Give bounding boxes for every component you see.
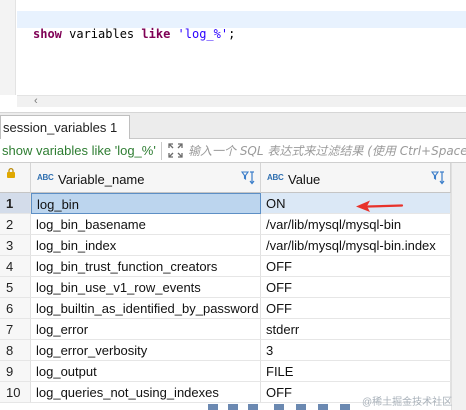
column-header-label: Value xyxy=(288,172,321,187)
column-header-label: Variable_name xyxy=(58,172,145,187)
value-cell[interactable]: /var/lib/mysql/mysql-bin xyxy=(261,214,451,235)
variable-name-cell[interactable]: log_bin xyxy=(31,193,261,214)
tab-session-variables[interactable]: session_variables 1 xyxy=(0,115,130,140)
table-row[interactable]: 6 log_builtin_as_identified_by_password … xyxy=(0,298,451,319)
row-number-header[interactable] xyxy=(0,163,31,193)
toolbar-button[interactable] xyxy=(274,404,284,410)
watermark: @稀土掘金技术社区 xyxy=(362,397,453,408)
table-row[interactable]: 8 log_error_verbosity 3 xyxy=(0,340,451,361)
string-type-icon: ABC xyxy=(37,173,54,182)
sql-editor[interactable]: show variables like 'log_%'; ‹ xyxy=(0,0,466,112)
row-number: 9 xyxy=(0,361,31,382)
variable-name-cell[interactable]: log_error_verbosity xyxy=(31,340,261,361)
variable-name-cell[interactable]: log_bin_trust_function_creators xyxy=(31,256,261,277)
grid-vertical-scrollbar[interactable] xyxy=(451,163,466,410)
line-gutter xyxy=(0,0,16,95)
sort-filter-icon[interactable] xyxy=(431,170,445,185)
sql-keyword-like: like xyxy=(141,27,171,41)
value-cell[interactable]: OFF xyxy=(261,298,451,319)
value-cell[interactable]: OFF xyxy=(261,256,451,277)
variable-name-cell[interactable]: log_error xyxy=(31,319,261,340)
value-cell[interactable]: stderr xyxy=(261,319,451,340)
value-cell[interactable]: FILE xyxy=(261,361,451,382)
annotation-arrow-icon xyxy=(356,200,404,212)
table-row[interactable]: 2 log_bin_basename /var/lib/mysql/mysql-… xyxy=(0,214,451,235)
filter-expression-input[interactable] xyxy=(188,141,466,160)
filter-separator xyxy=(161,142,162,160)
row-number: 7 xyxy=(0,319,31,340)
sql-semicolon: ; xyxy=(228,27,236,41)
executed-query-label[interactable]: show variables like 'log_%' xyxy=(2,143,156,158)
filter-bar: show variables like 'log_%' xyxy=(0,139,466,163)
variable-name-cell[interactable]: log_builtin_as_identified_by_password xyxy=(31,298,261,319)
toolbar-button[interactable] xyxy=(208,404,218,410)
row-number: 1 xyxy=(0,193,31,214)
row-number: 2 xyxy=(0,214,31,235)
toolbar-button[interactable] xyxy=(228,404,238,410)
row-number: 3 xyxy=(0,235,31,256)
row-number: 10 xyxy=(0,382,31,403)
sql-string-literal: 'log_%' xyxy=(170,27,229,41)
toolbar-button[interactable] xyxy=(340,404,350,410)
sort-filter-icon[interactable] xyxy=(241,170,255,185)
value-cell[interactable]: OFF xyxy=(261,277,451,298)
variable-name-cell[interactable]: log_output xyxy=(31,361,261,382)
results-tab-bar: session_variables 1 xyxy=(0,112,466,140)
lock-icon xyxy=(7,168,15,178)
variable-name-cell[interactable]: log_queries_not_using_indexes xyxy=(31,382,261,403)
toolbar-button[interactable] xyxy=(296,404,306,410)
toolbar-button[interactable] xyxy=(318,404,328,410)
sql-statement[interactable]: show variables like 'log_%'; xyxy=(33,27,235,41)
scroll-left-arrow-icon[interactable]: ‹ xyxy=(34,95,38,107)
row-number: 8 xyxy=(0,340,31,361)
table-row[interactable]: 7 log_error stderr xyxy=(0,319,451,340)
editor-horizontal-scrollbar[interactable]: ‹ xyxy=(17,95,466,107)
column-header-variable-name[interactable]: ABC Variable_name xyxy=(31,163,261,193)
value-cell[interactable]: 3 xyxy=(261,340,451,361)
table-row[interactable]: 4 log_bin_trust_function_creators OFF xyxy=(0,256,451,277)
value-cell[interactable]: /var/lib/mysql/mysql-bin.index xyxy=(261,235,451,256)
variable-name-cell[interactable]: log_bin_use_v1_row_events xyxy=(31,277,261,298)
string-type-icon: ABC xyxy=(267,173,284,182)
row-number: 6 xyxy=(0,298,31,319)
table-row[interactable]: 3 log_bin_index /var/lib/mysql/mysql-bin… xyxy=(0,235,451,256)
table-row[interactable]: 5 log_bin_use_v1_row_events OFF xyxy=(0,277,451,298)
row-number: 5 xyxy=(0,277,31,298)
row-number: 4 xyxy=(0,256,31,277)
current-line-highlight xyxy=(17,11,466,28)
toolbar-button[interactable] xyxy=(248,404,258,410)
variable-name-cell[interactable]: log_bin_basename xyxy=(31,214,261,235)
sql-keyword-show: show xyxy=(33,27,62,41)
sql-text: variables xyxy=(61,27,142,41)
column-header-value[interactable]: ABC Value xyxy=(261,163,451,193)
variable-name-cell[interactable]: log_bin_index xyxy=(31,235,261,256)
table-row[interactable]: 9 log_output FILE xyxy=(0,361,451,382)
expand-filter-icon[interactable] xyxy=(168,143,183,158)
